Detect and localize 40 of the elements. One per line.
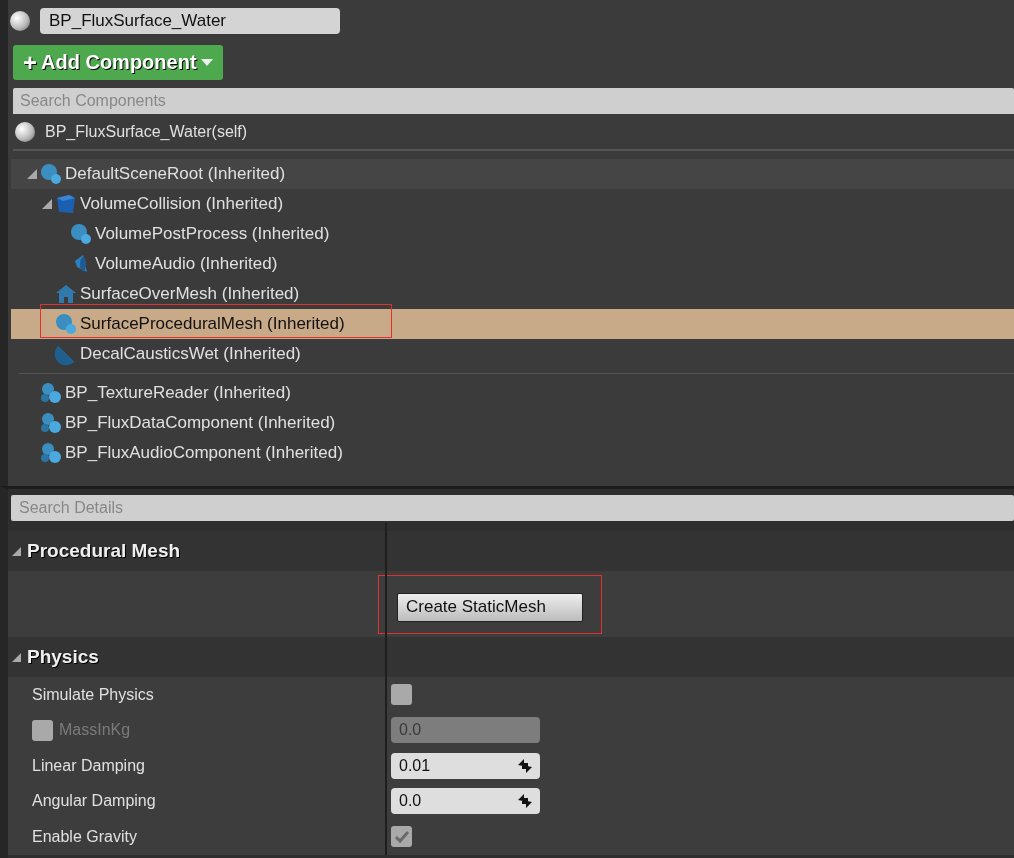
- sphere-icon: [15, 122, 35, 142]
- tree-item[interactable]: BP_FluxSurface_Water(self): [45, 123, 248, 141]
- tree-item[interactable]: DecalCausticsWet (Inherited): [11, 339, 1014, 369]
- section-header[interactable]: Physics: [8, 637, 1014, 677]
- component-icon: [39, 441, 63, 465]
- caret-icon: [200, 58, 213, 67]
- cube-icon: [54, 192, 78, 216]
- drag-arrows-icon[interactable]: [518, 758, 532, 773]
- property-label: Enable Gravity: [32, 827, 137, 846]
- property-label: Angular Damping: [32, 792, 156, 811]
- checkbox[interactable]: [391, 826, 412, 848]
- property-label: MassInKg: [59, 721, 131, 740]
- expand-arrow-icon[interactable]: [12, 546, 21, 556]
- property-label: Linear Damping: [32, 756, 145, 775]
- property-label: Simulate Physics: [32, 685, 154, 704]
- blueprint-name-field[interactable]: BP_FluxSurface_Water: [40, 7, 340, 34]
- tree-item[interactable]: BP_TextureReader (Inherited): [11, 378, 1014, 408]
- sphere-icon: [39, 162, 63, 186]
- expand-arrow-icon[interactable]: [27, 169, 37, 179]
- drag-arrows-icon[interactable]: [518, 794, 532, 809]
- number-field[interactable]: 0.0: [391, 788, 540, 815]
- expand-arrow-icon[interactable]: [12, 652, 21, 662]
- tree-item[interactable]: DefaultSceneRoot (Inherited): [11, 159, 1014, 189]
- number-field[interactable]: 0.01: [391, 752, 540, 779]
- checkbox[interactable]: [391, 684, 412, 706]
- section-header[interactable]: Procedural Mesh: [8, 531, 1014, 571]
- sphere-icon: [10, 10, 30, 31]
- tree-item[interactable]: BP_FluxDataComponent (Inherited): [11, 408, 1014, 438]
- tree-item[interactable]: SurfaceOverMesh (Inherited): [11, 279, 1014, 309]
- tree-item[interactable]: VolumePostProcess (Inherited): [11, 219, 1014, 249]
- expand-arrow-icon[interactable]: [42, 199, 52, 209]
- tree-item[interactable]: VolumeCollision (Inherited): [11, 189, 1014, 219]
- tree-item[interactable]: VolumeAudio (Inherited): [11, 249, 1014, 279]
- house-icon: [54, 282, 78, 306]
- tree-item[interactable]: BP_FluxAudioComponent (Inherited): [11, 438, 1014, 468]
- create-staticmesh-button[interactable]: Create StaticMesh: [397, 592, 583, 622]
- sphere-icon: [54, 312, 78, 336]
- component-icon: [39, 381, 63, 405]
- component-icon: [39, 411, 63, 435]
- sphere-icon: [69, 222, 93, 246]
